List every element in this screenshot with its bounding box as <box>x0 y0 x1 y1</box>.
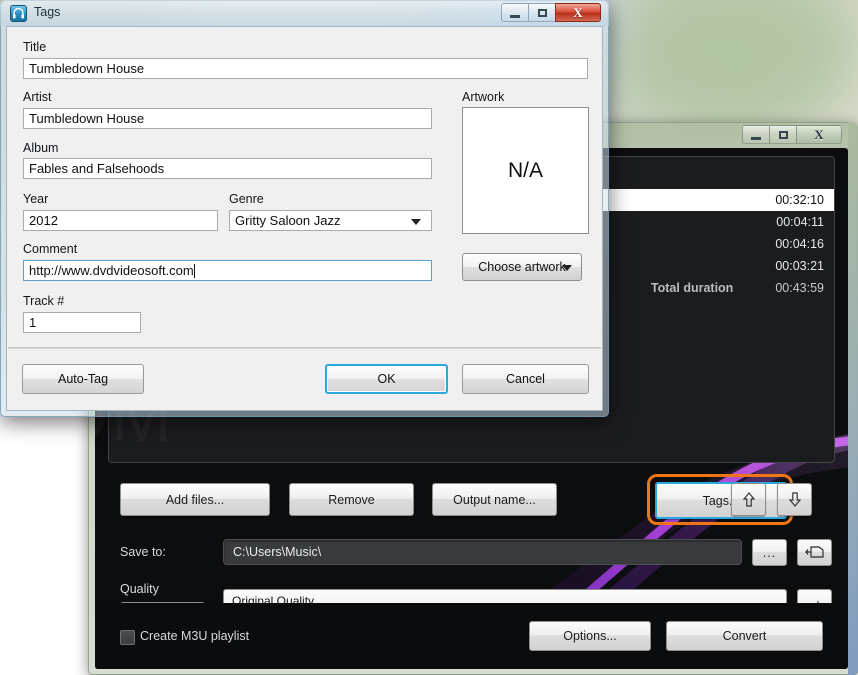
artist-input[interactable]: Tumbledown House <box>23 108 432 129</box>
browse-button[interactable]: ... <box>752 539 787 566</box>
tags-dialog[interactable]: Tags X Title Tumbledown House Artist Tum… <box>0 0 609 417</box>
cancel-button[interactable]: Cancel <box>462 364 589 394</box>
convert-button[interactable]: Convert <box>666 621 823 651</box>
artwork-label: Artwork <box>462 90 505 104</box>
tags-button[interactable]: Tags... <box>655 482 787 519</box>
save-to-label: Save to: <box>120 545 166 559</box>
choose-artwork-label: Choose artwork <box>478 260 566 274</box>
playlist-duration: 00:04:16 <box>775 237 824 251</box>
year-label: Year <box>23 192 49 206</box>
add-files-button[interactable]: Add files... <box>120 483 270 516</box>
comment-value: http://www.dvdvideosoft.com <box>29 263 194 278</box>
album-input[interactable]: Fables and Falsehoods <box>23 158 432 179</box>
main-window-controls[interactable]: X <box>742 125 842 145</box>
close-button[interactable]: X <box>555 3 601 22</box>
playlist-duration: 00:32:10 <box>775 193 824 207</box>
total-duration-label: Total duration <box>650 281 734 295</box>
minimize-button[interactable] <box>742 125 770 144</box>
auto-tag-button[interactable]: Auto-Tag <box>22 364 144 394</box>
comment-label: Comment <box>23 242 78 256</box>
tags-dialog-title: Tags <box>34 5 61 19</box>
title-input[interactable]: Tumbledown House <box>23 58 588 79</box>
choose-artwork-button[interactable]: Choose artwork <box>462 253 582 281</box>
track-label: Track # <box>23 294 65 308</box>
chevron-down-icon <box>562 265 572 271</box>
close-button[interactable]: X <box>796 125 842 144</box>
genre-value: Gritty Saloon Jazz <box>235 213 341 228</box>
arrow-up-icon <box>742 491 755 507</box>
headphones-glyph <box>13 7 24 19</box>
dialog-separator <box>8 347 601 349</box>
create-m3u-checkbox[interactable] <box>120 630 135 645</box>
maximize-button[interactable] <box>769 125 797 144</box>
screenshot-root: X 00:32:10 00:04:11 00:04:16 00:03:21 To… <box>0 0 858 675</box>
move-up-button[interactable] <box>731 483 766 516</box>
total-duration-value: 00:43:59 <box>775 281 824 295</box>
main-window-right-edge <box>848 122 858 675</box>
comment-input[interactable]: http://www.dvdvideosoft.com <box>23 260 432 281</box>
arrow-down-icon <box>788 491 801 507</box>
tags-dialog-titlebar[interactable]: Tags X <box>0 0 609 26</box>
move-down-button[interactable] <box>777 483 812 516</box>
year-input[interactable]: 2012 <box>23 210 218 231</box>
ok-button[interactable]: OK <box>325 364 448 394</box>
title-label: Title <box>23 40 47 54</box>
tags-dialog-client-area: Title Tumbledown House Artist Tumbledown… <box>6 26 603 411</box>
album-label: Album <box>23 141 59 155</box>
remove-button[interactable]: Remove <box>289 483 414 516</box>
maximize-button[interactable] <box>528 3 556 22</box>
artist-label: Artist <box>23 90 52 104</box>
tags-dialog-window-controls[interactable]: X <box>501 3 601 23</box>
track-input[interactable]: 1 <box>23 312 141 333</box>
output-name-button[interactable]: Output name... <box>432 483 557 516</box>
chevron-down-icon <box>411 219 421 225</box>
playlist-toolbar: Add files... Remove Output name... Tags.… <box>95 470 848 532</box>
genre-combobox[interactable]: Gritty Saloon Jazz <box>229 210 432 231</box>
wallpaper-blob <box>620 0 850 130</box>
text-cursor <box>193 263 195 278</box>
save-to-path-field[interactable]: C:\Users\Music\ <box>223 539 742 565</box>
playlist-duration: 00:03:21 <box>775 259 824 273</box>
quality-label: Quality <box>120 582 159 596</box>
main-window-footer: Create M3U playlist Options... Convert <box>95 603 848 669</box>
open-output-folder-button[interactable] <box>797 539 832 566</box>
headphones-icon <box>10 5 27 22</box>
tags-button-highlight: Tags... <box>647 474 793 525</box>
options-button[interactable]: Options... <box>529 621 651 651</box>
artwork-preview[interactable]: N/A <box>462 107 589 234</box>
playlist-duration: 00:04:11 <box>776 215 824 229</box>
genre-label: Genre <box>229 192 264 206</box>
minimize-button[interactable] <box>501 3 529 22</box>
open-folder-icon <box>804 545 824 558</box>
create-m3u-label: Create M3U playlist <box>140 629 250 643</box>
